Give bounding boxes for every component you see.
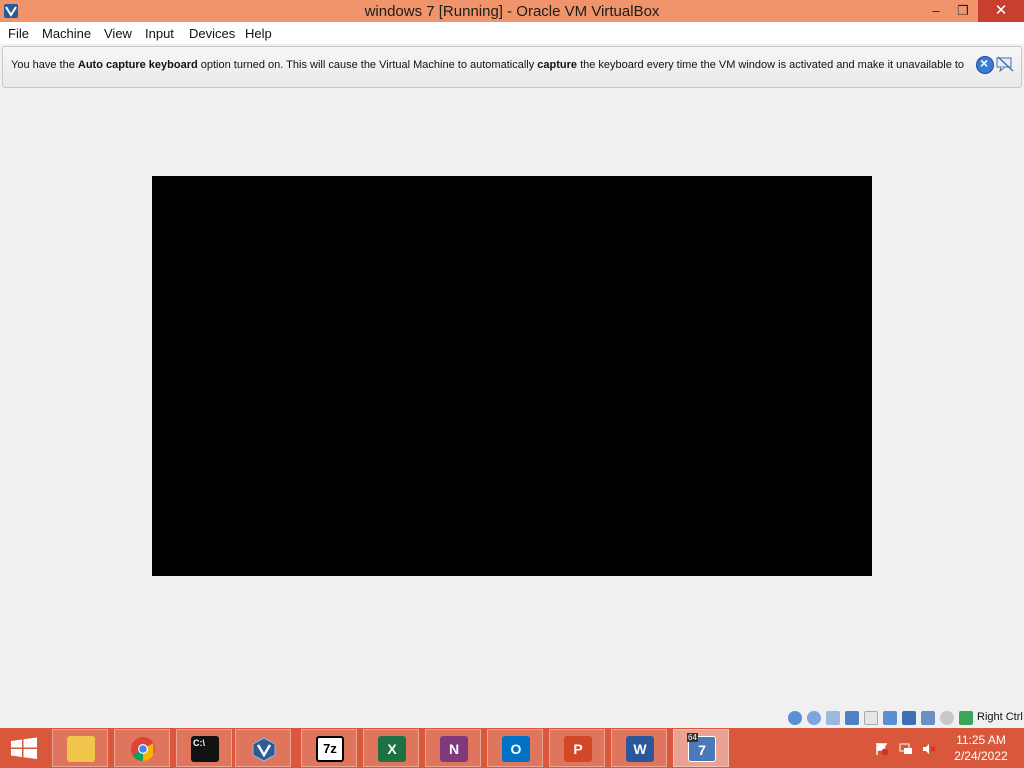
action-center-flag-icon[interactable]	[875, 742, 889, 756]
chrome-icon	[131, 737, 155, 761]
audio-icon[interactable]	[826, 711, 840, 725]
taskbar-powerpoint[interactable]: P	[549, 729, 605, 767]
minimize-button[interactable]: –	[922, 0, 950, 22]
taskbar-file-explorer[interactable]	[52, 729, 108, 767]
close-button[interactable]: ✕	[978, 0, 1024, 22]
cmd-icon: C:\	[191, 736, 219, 762]
restore-button[interactable]: ❐	[950, 0, 976, 22]
hard-disk-icon[interactable]	[788, 711, 802, 725]
menu-input[interactable]: Input	[145, 26, 174, 41]
menu-devices[interactable]: Devices	[189, 26, 235, 41]
host-key-label: Right Ctrl	[977, 711, 1023, 723]
7zip-icon: 7z	[316, 736, 344, 762]
title-bar: windows 7 [Running] - Oracle VM VirtualB…	[0, 0, 1024, 22]
word-icon: W	[626, 736, 654, 762]
close-notice-icon[interactable]	[976, 55, 994, 74]
system-clock[interactable]: 11:25 AM 2/24/2022	[946, 732, 1016, 764]
taskbar-windows7-vm[interactable]: 7 64	[673, 729, 729, 767]
clock-time: 11:25 AM	[956, 733, 1006, 747]
powerpoint-icon: P	[564, 736, 592, 762]
vm-display[interactable]	[152, 176, 872, 576]
menu-help[interactable]: Help	[245, 26, 272, 41]
vm-status-bar: Right Ctrl	[780, 708, 1024, 728]
optical-drive-icon[interactable]	[807, 711, 821, 725]
menu-machine[interactable]: Machine	[42, 26, 91, 41]
auto-capture-notice: You have the Auto capture keyboard optio…	[2, 46, 1022, 88]
network-status-icon[interactable]	[899, 742, 913, 756]
outlook-icon: O	[502, 736, 530, 762]
menu-file[interactable]: File	[8, 26, 29, 41]
menu-view[interactable]: View	[104, 26, 132, 41]
clock-date: 2/24/2022	[954, 749, 1008, 763]
network-icon[interactable]	[845, 711, 859, 725]
virtualbox-icon	[252, 737, 276, 762]
taskbar-outlook[interactable]: O	[487, 729, 543, 767]
menu-bar: File Machine View Input Devices Help	[0, 22, 1024, 44]
video-capture-icon[interactable]	[921, 711, 935, 725]
taskbar-command-prompt[interactable]: C:\	[176, 729, 232, 767]
taskbar-word[interactable]: W	[611, 729, 667, 767]
notice-message: You have the Auto capture keyboard optio…	[11, 59, 965, 71]
start-button-windows-icon[interactable]	[0, 728, 48, 768]
taskbar-virtualbox[interactable]	[235, 729, 291, 767]
taskbar-excel[interactable]: X	[363, 729, 419, 767]
usb-icon[interactable]	[864, 711, 878, 725]
display-icon[interactable]	[902, 711, 916, 725]
taskbar: C:\ 7z X N O P W 7 64 11:25 AM 2/24/2022	[0, 728, 1024, 768]
shared-folders-icon[interactable]	[883, 711, 897, 725]
window-title: windows 7 [Running] - Oracle VM VirtualB…	[364, 3, 660, 20]
virtualization-icon[interactable]	[940, 711, 954, 725]
do-not-show-again-icon[interactable]	[996, 56, 1014, 72]
host-key-icon[interactable]	[959, 711, 973, 725]
onenote-icon: N	[440, 736, 468, 762]
vm-64-badge: 64	[687, 733, 698, 742]
excel-icon: X	[378, 736, 406, 762]
taskbar-onenote[interactable]: N	[425, 729, 481, 767]
taskbar-7zip[interactable]: 7z	[301, 729, 357, 767]
taskbar-chrome[interactable]	[114, 729, 170, 767]
folder-icon	[67, 736, 95, 762]
volume-muted-icon[interactable]	[922, 742, 936, 756]
